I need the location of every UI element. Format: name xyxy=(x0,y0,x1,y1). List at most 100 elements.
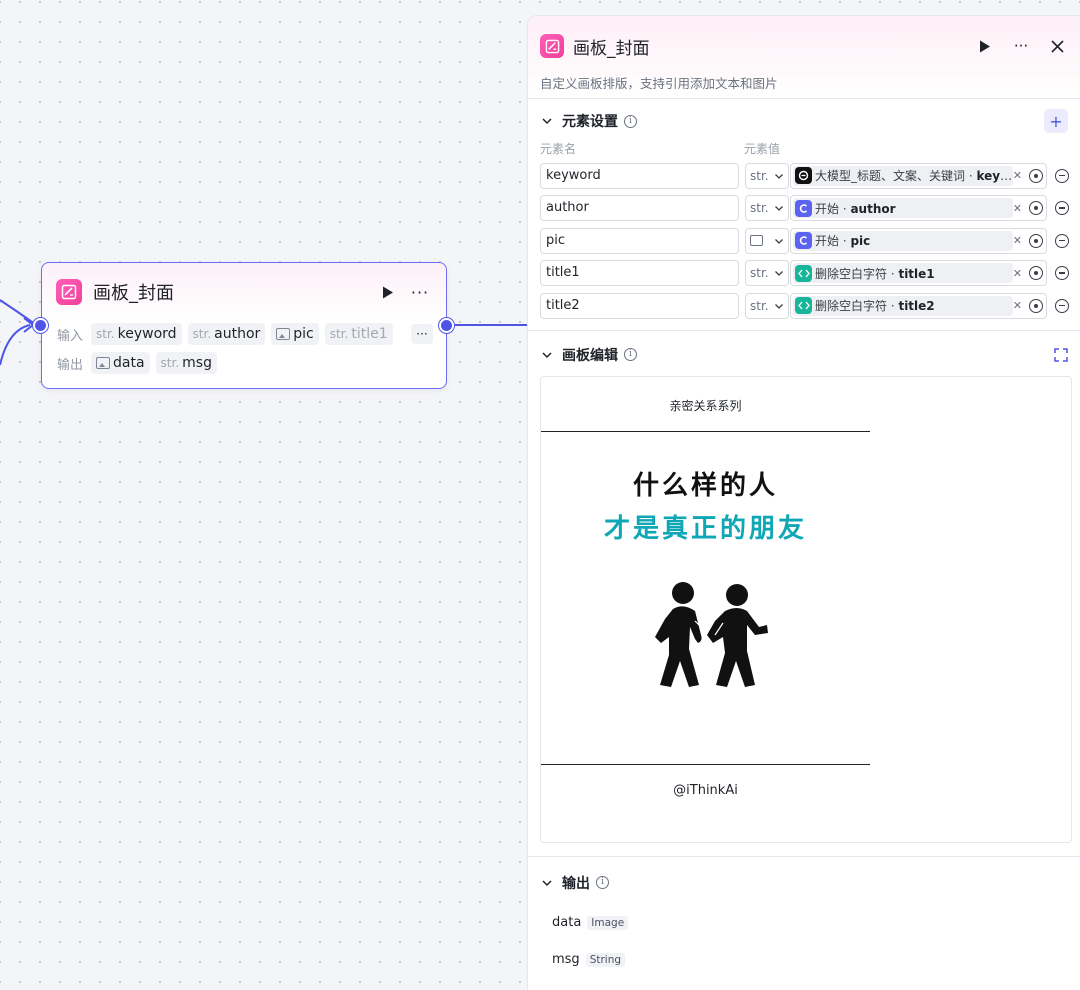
poster-preview[interactable]: 亲密关系系列 什么样的人 才是真正的朋友 @iThinkAi xyxy=(541,376,870,842)
output-tag-msg: str. msg xyxy=(155,352,217,374)
column-value-label: 元素值 xyxy=(744,142,781,156)
element-type-select[interactable]: str. xyxy=(745,195,789,221)
variable-picker-icon[interactable] xyxy=(1029,266,1043,280)
output-item-msg: msg String xyxy=(528,950,1080,970)
output-section-header[interactable]: 输出 i xyxy=(528,872,1080,894)
chevron-down-icon xyxy=(542,118,552,125)
image-icon xyxy=(96,357,110,369)
node-outputs-row: 输出 data str. msg xyxy=(57,352,217,374)
element-type-select[interactable] xyxy=(745,227,789,254)
panel-description: 自定义画板排版，支持引用添加文本和图片 xyxy=(540,76,778,91)
run-node-button[interactable] xyxy=(378,282,398,302)
output-section: 输出 i data Image msg String xyxy=(528,857,1080,970)
poster-title-line2[interactable]: 才是真正的朋友 xyxy=(541,508,870,545)
play-icon xyxy=(980,40,990,52)
element-value-field[interactable]: 删除空白字符 · title1 ✕ xyxy=(790,260,1047,286)
output-item-data: data Image xyxy=(528,913,1080,933)
node-inputs-row: 输入 str. keyword str. author pic str. title1… xyxy=(57,323,433,345)
chevron-down-icon xyxy=(775,271,783,276)
clear-reference-button[interactable]: ✕ xyxy=(1013,267,1022,280)
info-icon[interactable]: i xyxy=(624,114,637,128)
variable-picker-icon[interactable] xyxy=(1029,233,1043,248)
poster-bottom-rule xyxy=(541,763,870,765)
fullscreen-icon[interactable] xyxy=(1054,347,1068,362)
image-icon xyxy=(276,328,291,340)
add-element-button[interactable]: + xyxy=(1044,109,1068,133)
more-icon: ··· xyxy=(410,282,430,302)
input-tag-title1: str. title1 xyxy=(324,323,393,345)
start-icon xyxy=(795,232,812,249)
friends-walking-image[interactable] xyxy=(643,577,768,692)
close-panel-button[interactable] xyxy=(1046,35,1068,57)
reference-chip[interactable]: 删除空白字符 · title2 xyxy=(793,295,1013,316)
output-type-badge: String xyxy=(585,952,626,967)
element-row: pic 开始 · pic ✕ xyxy=(528,227,1080,254)
chevron-down-icon xyxy=(775,238,783,244)
clear-reference-button[interactable]: ✕ xyxy=(1013,299,1022,312)
element-name-input[interactable]: keyword xyxy=(540,162,739,189)
element-value-field[interactable]: 开始 · author ✕ xyxy=(790,195,1047,221)
element-name-input[interactable]: pic xyxy=(540,227,739,254)
chevron-down-icon xyxy=(542,879,552,886)
chevron-down-icon xyxy=(775,173,783,179)
poster-series-text[interactable]: 亲密关系系列 xyxy=(541,397,870,414)
panel-header: 画板_封面 ··· 自定义画板排版，支持引用添加文本和图片 xyxy=(528,16,1080,98)
output-type-badge: Image xyxy=(587,915,629,930)
input-tag-pic: pic xyxy=(271,323,319,345)
variable-picker-icon[interactable] xyxy=(1029,168,1043,183)
info-icon[interactable]: i xyxy=(596,876,609,889)
start-icon xyxy=(795,199,812,217)
reference-chip[interactable]: 大模型_标题、文案、关键词 · key··· xyxy=(793,165,1013,186)
element-row: keyword str. 大模型_标题、文案、关键词 · key··· ✕ xyxy=(528,162,1080,189)
remove-element-button[interactable] xyxy=(1055,298,1069,313)
element-value-field[interactable]: 删除空白字符 · title2 ✕ xyxy=(790,292,1047,319)
node-more-button[interactable]: ··· xyxy=(408,282,432,302)
element-value-field[interactable]: 大模型_标题、文案、关键词 · key··· ✕ xyxy=(790,162,1047,189)
play-icon xyxy=(383,286,393,298)
section-title: 画板编辑 xyxy=(562,347,618,364)
poster-title-line1[interactable]: 什么样的人 xyxy=(541,465,870,502)
node-output-port[interactable] xyxy=(439,318,454,333)
chevron-down-icon xyxy=(775,206,783,211)
run-button[interactable] xyxy=(974,35,996,57)
panel-more-button[interactable]: ··· xyxy=(1010,35,1032,57)
variable-picker-icon[interactable] xyxy=(1029,298,1043,313)
close-icon xyxy=(1050,39,1064,53)
canvas-edit-section: 画板编辑 i 亲密关系系列 什么样的人 才是真正的朋友 @iThinkAi xyxy=(528,331,1080,843)
poster-author-text[interactable]: @iThinkAi xyxy=(541,783,870,798)
code-icon xyxy=(795,297,812,314)
output-name: msg xyxy=(552,952,580,967)
canvas-section-header[interactable]: 画板编辑 i xyxy=(528,344,1080,366)
reference-chip[interactable]: 开始 · pic xyxy=(793,230,1013,251)
element-name-input[interactable]: title2 xyxy=(540,292,739,319)
canvas-editor[interactable]: 亲密关系系列 什么样的人 才是真正的朋友 @iThinkAi xyxy=(540,375,1072,843)
more-icon: ··· xyxy=(1013,37,1029,55)
clear-reference-button[interactable]: ✕ xyxy=(1013,202,1022,215)
element-name-input[interactable]: author xyxy=(540,195,739,221)
node-input-port[interactable] xyxy=(33,318,48,333)
reference-text: 大模型_标题、文案、关键词 · key··· xyxy=(815,169,1013,183)
element-type-select[interactable]: str. xyxy=(745,260,789,286)
variable-picker-icon[interactable] xyxy=(1029,201,1043,215)
remove-element-button[interactable] xyxy=(1055,233,1069,248)
node-config-panel: 画板_封面 ··· 自定义画板排版，支持引用添加文本和图片 元素设置 i + 元… xyxy=(527,15,1080,990)
outputs-label: 输出 xyxy=(57,357,84,373)
element-name-input[interactable]: title1 xyxy=(540,260,739,286)
clear-reference-button[interactable]: ✕ xyxy=(1013,169,1022,182)
canvas-node-canvas-cover[interactable]: 画板_封面 ··· 输入 str. keyword str. author pic … xyxy=(33,262,454,389)
reference-chip[interactable]: 开始 · author xyxy=(793,198,1013,218)
element-row: title2 str. 删除空白字符 · title2 ✕ xyxy=(528,292,1080,319)
remove-element-button[interactable] xyxy=(1055,266,1069,280)
node-header: 画板_封面 ··· xyxy=(56,277,432,307)
info-icon[interactable]: i xyxy=(624,348,637,361)
reference-chip[interactable]: 删除空白字符 · title1 xyxy=(793,263,1013,283)
remove-element-button[interactable] xyxy=(1055,168,1069,183)
element-type-select[interactable]: str. xyxy=(745,162,789,189)
inputs-label: 输入 xyxy=(57,328,84,344)
clear-reference-button[interactable]: ✕ xyxy=(1013,234,1022,247)
elements-section-header[interactable]: 元素设置 i + xyxy=(528,109,1080,133)
remove-element-button[interactable] xyxy=(1055,201,1069,215)
more-inputs-button[interactable]: ··· xyxy=(411,324,433,344)
element-type-select[interactable]: str. xyxy=(745,292,789,319)
element-value-field[interactable]: 开始 · pic ✕ xyxy=(790,227,1047,254)
